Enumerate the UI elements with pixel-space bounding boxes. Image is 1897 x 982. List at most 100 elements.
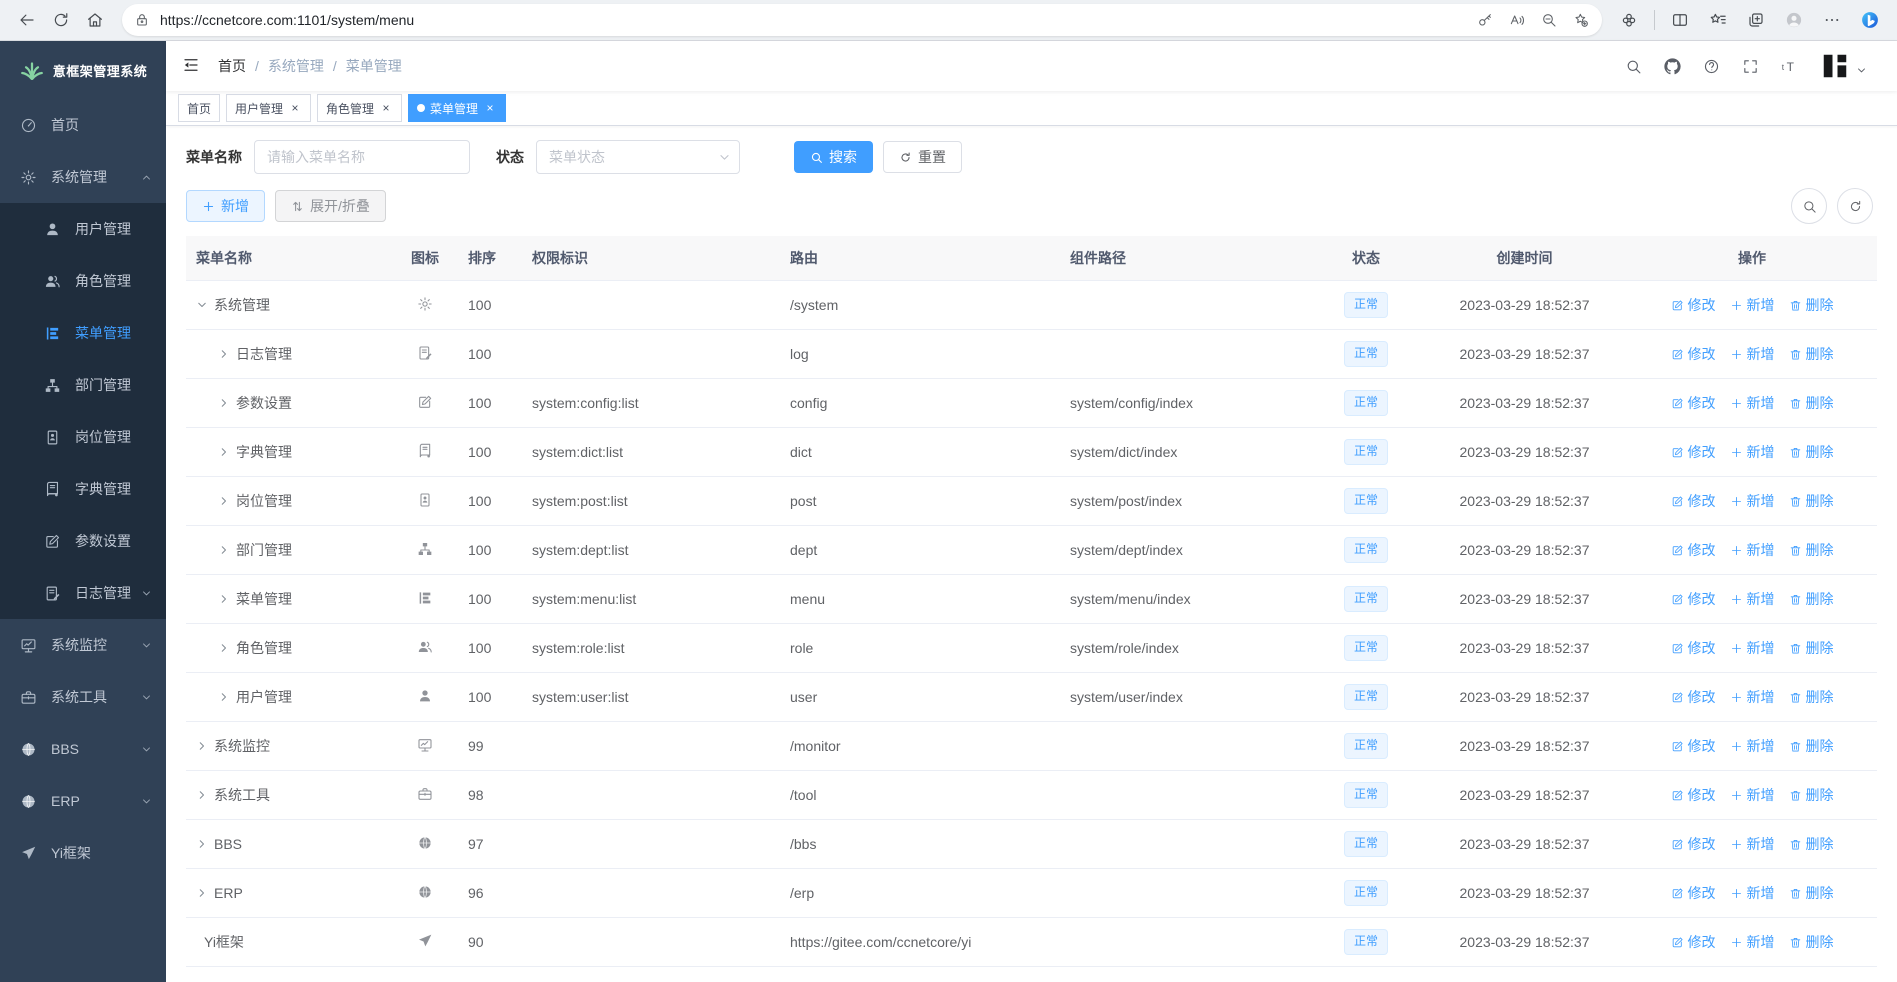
add-child-link[interactable]: 新增: [1730, 638, 1775, 658]
delete-link[interactable]: 删除: [1789, 491, 1834, 511]
sidebar-item-post[interactable]: 岗位管理: [0, 411, 166, 463]
collapse-row-caret[interactable]: [196, 299, 214, 311]
delete-link[interactable]: 删除: [1789, 687, 1834, 707]
add-child-link[interactable]: 新增: [1730, 442, 1775, 462]
more-button[interactable]: [1815, 4, 1849, 36]
add-child-link[interactable]: 新增: [1730, 491, 1775, 511]
tab-user[interactable]: 用户管理 ×: [226, 94, 312, 122]
delete-link[interactable]: 删除: [1789, 442, 1834, 462]
add-child-link[interactable]: 新增: [1730, 540, 1775, 560]
sidebar-item-config[interactable]: 参数设置: [0, 515, 166, 567]
delete-link[interactable]: 删除: [1789, 932, 1834, 952]
sidebar-item-yi[interactable]: Yi框架: [0, 827, 166, 879]
breadcrumb-item[interactable]: 首页: [218, 56, 246, 76]
sidebar-item-home[interactable]: 首页: [0, 99, 166, 151]
sidebar-item-system[interactable]: 系统管理: [0, 151, 166, 203]
expand-row-caret[interactable]: [196, 838, 214, 850]
question-button[interactable]: [1703, 58, 1720, 75]
reset-button[interactable]: 重置: [883, 141, 962, 173]
sidebar-toggle-button[interactable]: [182, 56, 202, 76]
sidebar-item-erp[interactable]: ERP: [0, 775, 166, 827]
edit-link[interactable]: 修改: [1671, 932, 1716, 952]
hide-search-button[interactable]: [1791, 188, 1827, 224]
edit-link[interactable]: 修改: [1671, 491, 1716, 511]
expand-row-caret[interactable]: [218, 348, 236, 360]
edit-link[interactable]: 修改: [1671, 589, 1716, 609]
tab-close-icon[interactable]: ×: [483, 101, 497, 115]
delete-link[interactable]: 删除: [1789, 883, 1834, 903]
expand-row-caret[interactable]: [218, 397, 236, 409]
edit-link[interactable]: 修改: [1671, 883, 1716, 903]
edit-link[interactable]: 修改: [1671, 393, 1716, 413]
address-bar[interactable]: https://ccnetcore.com:1101/system/menu: [122, 4, 1602, 36]
reload-button[interactable]: [44, 4, 78, 36]
collections-button[interactable]: [1739, 4, 1773, 36]
sidebar-item-bbs[interactable]: BBS: [0, 723, 166, 775]
expand-row-caret[interactable]: [218, 495, 236, 507]
sidebar-item-role[interactable]: 角色管理: [0, 255, 166, 307]
status-select[interactable]: 菜单状态: [536, 140, 740, 174]
expand-row-caret[interactable]: [196, 740, 214, 752]
add-child-link[interactable]: 新增: [1730, 393, 1775, 413]
add-child-link[interactable]: 新增: [1730, 344, 1775, 364]
delete-link[interactable]: 删除: [1789, 589, 1834, 609]
edit-link[interactable]: 修改: [1671, 834, 1716, 854]
edit-link[interactable]: 修改: [1671, 442, 1716, 462]
edit-link[interactable]: 修改: [1671, 295, 1716, 315]
tab-home[interactable]: 首页: [178, 94, 221, 122]
delete-link[interactable]: 删除: [1789, 736, 1834, 756]
add-button[interactable]: 新增: [186, 190, 265, 222]
star-plus-button[interactable]: [1566, 4, 1596, 36]
font-size-button[interactable]: [1781, 58, 1798, 75]
expand-row-caret[interactable]: [218, 446, 236, 458]
refresh-table-button[interactable]: [1837, 188, 1873, 224]
zoom-out-button[interactable]: [1534, 4, 1564, 36]
tab-close-icon[interactable]: ×: [288, 101, 302, 115]
delete-link[interactable]: 删除: [1789, 295, 1834, 315]
split-screen-button[interactable]: [1663, 4, 1697, 36]
add-child-link[interactable]: 新增: [1730, 736, 1775, 756]
add-child-link[interactable]: 新增: [1730, 785, 1775, 805]
delete-link[interactable]: 删除: [1789, 834, 1834, 854]
user-avatar-menu[interactable]: [1820, 51, 1867, 81]
read-aloud-button[interactable]: [1502, 4, 1532, 36]
home-button[interactable]: [78, 4, 112, 36]
delete-link[interactable]: 删除: [1789, 638, 1834, 658]
expand-row-caret[interactable]: [218, 593, 236, 605]
favorites-button[interactable]: [1701, 4, 1735, 36]
tab-close-icon[interactable]: ×: [379, 101, 393, 115]
tab-menu[interactable]: 菜单管理 ×: [408, 94, 507, 122]
expand-row-caret[interactable]: [218, 544, 236, 556]
search-button[interactable]: [1625, 58, 1642, 75]
sidebar-item-user[interactable]: 用户管理: [0, 203, 166, 255]
fullscreen-button[interactable]: [1742, 58, 1759, 75]
edit-link[interactable]: 修改: [1671, 540, 1716, 560]
sidebar-item-dept[interactable]: 部门管理: [0, 359, 166, 411]
delete-link[interactable]: 删除: [1789, 344, 1834, 364]
tab-role[interactable]: 角色管理 ×: [317, 94, 403, 122]
search-button[interactable]: 搜索: [794, 141, 873, 173]
expand-row-caret[interactable]: [196, 789, 214, 801]
edit-link[interactable]: 修改: [1671, 687, 1716, 707]
add-child-link[interactable]: 新增: [1730, 589, 1775, 609]
back-button[interactable]: [10, 4, 44, 36]
sidebar-item-log[interactable]: 日志管理: [0, 567, 166, 619]
add-child-link[interactable]: 新增: [1730, 883, 1775, 903]
edit-link[interactable]: 修改: [1671, 344, 1716, 364]
expand-row-caret[interactable]: [218, 691, 236, 703]
sidebar-item-monitor[interactable]: 系统监控: [0, 619, 166, 671]
sidebar-item-dict[interactable]: 字典管理: [0, 463, 166, 515]
menu-name-input[interactable]: [254, 140, 470, 174]
app-logo[interactable]: 意框架管理系统: [0, 41, 166, 99]
bing-button[interactable]: [1853, 4, 1887, 36]
delete-link[interactable]: 删除: [1789, 785, 1834, 805]
sidebar-item-tool[interactable]: 系统工具: [0, 671, 166, 723]
edit-link[interactable]: 修改: [1671, 638, 1716, 658]
edit-link[interactable]: 修改: [1671, 785, 1716, 805]
expand-collapse-button[interactable]: 展开/折叠: [275, 190, 386, 222]
github-button[interactable]: [1664, 58, 1681, 75]
add-child-link[interactable]: 新增: [1730, 932, 1775, 952]
sidebar-item-menu[interactable]: 菜单管理: [0, 307, 166, 359]
extensions-button[interactable]: [1612, 4, 1646, 36]
expand-row-caret[interactable]: [196, 887, 214, 899]
